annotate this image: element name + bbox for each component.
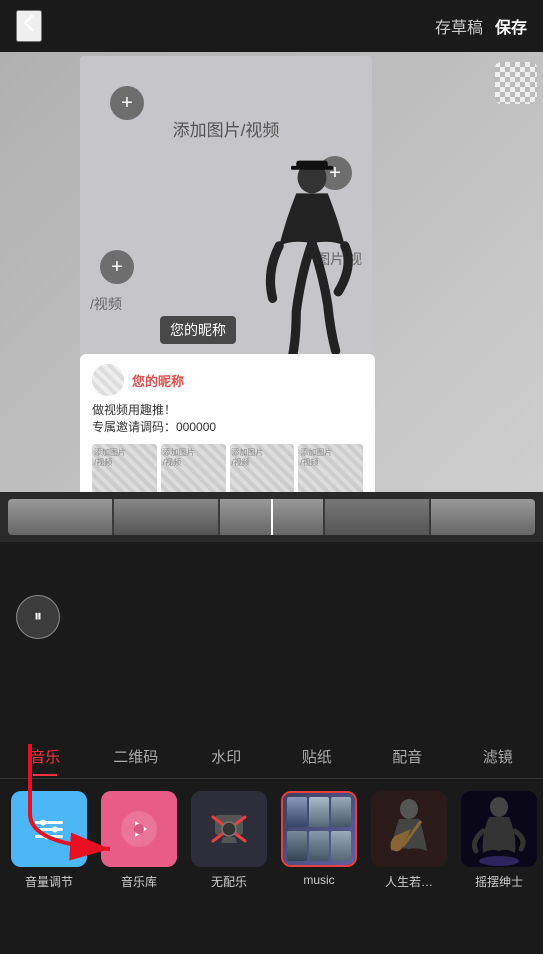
editor-preview: + 添加图片/视频 + 图片/视 + /视频 您的昵称 xyxy=(0,52,543,542)
draft-button[interactable]: 存草稿 xyxy=(435,14,483,38)
tool-person1-label: 人生若… xyxy=(385,873,433,890)
timeline-track[interactable] xyxy=(8,499,535,535)
avatar-top-right xyxy=(495,62,537,104)
tool-person2-label: 摇摆绅士 xyxy=(475,873,523,890)
add-media-plus-tl[interactable]: + xyxy=(110,86,144,120)
add-media-canvas: + 添加图片/视频 + 图片/视 + /视频 您的昵称 xyxy=(80,56,372,364)
tool-volume-label: 音量调节 xyxy=(25,873,73,890)
music-thumb-inner xyxy=(283,793,355,865)
tool-music-lib[interactable]: 音乐库 xyxy=(98,791,180,890)
tool-no-music[interactable]: 无配乐 xyxy=(188,791,270,890)
tab-qrcode[interactable]: 二维码 xyxy=(91,738,182,775)
tool-no-music-icon xyxy=(191,791,267,867)
post-card-top: 您的昵称 xyxy=(92,364,363,396)
pause-icon: ⏸ xyxy=(34,608,42,626)
tab-watermark[interactable]: 水印 xyxy=(181,738,272,775)
tools-row: 音量调节 音乐库 无配乐 xyxy=(0,779,543,954)
add-media-label[interactable]: 添加图片/视频 xyxy=(173,116,280,141)
tool-person2[interactable]: 摇摆绅士 xyxy=(458,791,540,890)
add-media-plus-bl[interactable]: + xyxy=(100,250,134,284)
timeline xyxy=(0,492,543,542)
add-media-label-bl: /视频 xyxy=(90,294,122,314)
tool-music-selected[interactable]: music xyxy=(278,791,360,887)
timeline-cursor xyxy=(271,499,273,535)
avatar xyxy=(92,364,124,396)
tool-music-lib-label: 音乐库 xyxy=(121,873,157,890)
post-card-img-1: 添加图片/视频 xyxy=(92,444,157,499)
save-button[interactable]: 保存 xyxy=(495,14,527,38)
timeline-seg xyxy=(8,499,112,535)
tab-sticker[interactable]: 贴纸 xyxy=(272,738,363,775)
tool-music-thumb xyxy=(281,791,357,867)
post-card-images: 添加图片/视频 添加图片/视频 添加图片/视频 添加图片/视频 xyxy=(92,444,363,499)
tool-person2-icon xyxy=(461,791,537,867)
pause-button[interactable]: ⏸ xyxy=(16,595,60,639)
tab-filter[interactable]: 滤镜 xyxy=(453,738,543,775)
tool-music-selected-label: music xyxy=(303,873,334,887)
playback-controls: ⏸ xyxy=(8,595,60,639)
post-card-img-2: 添加图片/视频 xyxy=(161,444,226,499)
tool-volume[interactable]: 音量调节 xyxy=(8,791,90,890)
timeline-seg xyxy=(431,499,535,535)
bottom-tabs: 音乐 二维码 水印 贴纸 配音 滤镜 xyxy=(0,735,543,779)
tool-person1[interactable]: 人生若… xyxy=(368,791,450,890)
post-card-desc2: 专属邀请调码：000000 xyxy=(92,419,363,436)
timeline-seg xyxy=(114,499,218,535)
tab-music[interactable]: 音乐 xyxy=(0,738,91,775)
header: 存草稿 保存 xyxy=(0,0,543,52)
tool-person1-icon xyxy=(371,791,447,867)
tab-dubbing[interactable]: 配音 xyxy=(362,738,453,775)
post-card-img-3: 添加图片/视频 xyxy=(230,444,295,499)
tool-music-lib-icon xyxy=(101,791,177,867)
back-button[interactable] xyxy=(16,10,42,42)
tool-volume-icon xyxy=(11,791,87,867)
post-card-name: 您的昵称 xyxy=(132,371,184,390)
post-card-desc1: 做视频用趣推！ xyxy=(92,402,363,419)
person-silhouette xyxy=(252,154,372,364)
tool-no-music-label: 无配乐 xyxy=(211,873,247,890)
timeline-seg xyxy=(325,499,429,535)
post-card-img-4: 添加图片/视频 xyxy=(298,444,363,499)
header-actions: 存草稿 保存 xyxy=(435,14,527,38)
nickname-canvas-overlay: 您的昵称 xyxy=(160,316,236,344)
